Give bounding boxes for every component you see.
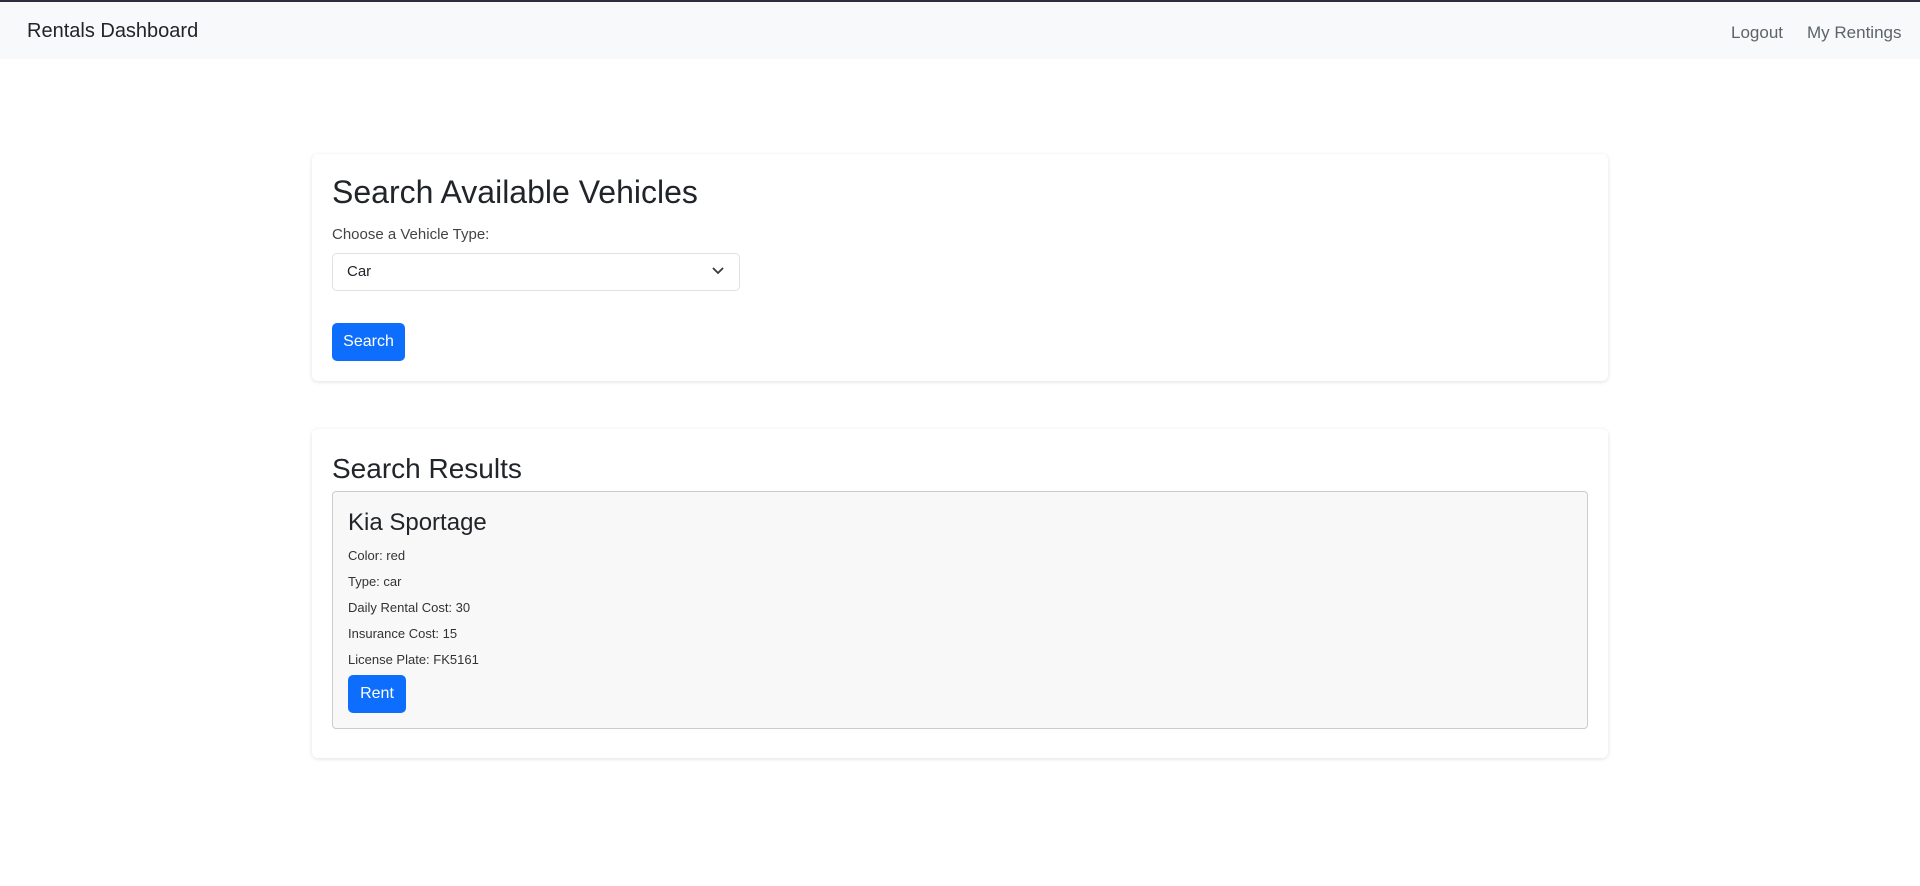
chevron-down-icon (712, 267, 724, 275)
vehicle-name: Kia Sportage (348, 509, 487, 536)
vehicle-type-select[interactable]: Car (332, 253, 740, 291)
vehicle-insurance-cost: Insurance Cost: 15 (348, 626, 458, 641)
vehicle-result-card: Kia Sportage Color: red Type: car Daily … (332, 491, 1588, 729)
vehicle-type: Type: car (348, 574, 402, 589)
results-card: Search Results Kia Sportage Color: red T… (312, 429, 1608, 758)
results-title: Search Results (332, 453, 522, 484)
vehicle-color: Color: red (348, 548, 406, 563)
logout-link[interactable]: Logout (1731, 23, 1783, 43)
navbar: Rentals Dashboard Logout My Rentings (0, 2, 1920, 59)
vehicle-type-label: Choose a Vehicle Type: (332, 226, 490, 243)
rent-button[interactable]: Rent (348, 675, 406, 713)
search-button[interactable]: Search (332, 323, 405, 361)
my-rentings-link[interactable]: My Rentings (1807, 23, 1901, 43)
search-title: Search Available Vehicles (332, 174, 698, 210)
search-card: Search Available Vehicles Choose a Vehic… (312, 154, 1608, 381)
vehicle-daily-cost: Daily Rental Cost: 30 (348, 600, 471, 615)
brand-link[interactable]: Rentals Dashboard (27, 20, 198, 43)
vehicle-license-plate: License Plate: FK5161 (348, 652, 479, 667)
vehicle-type-value: Car (347, 263, 372, 280)
